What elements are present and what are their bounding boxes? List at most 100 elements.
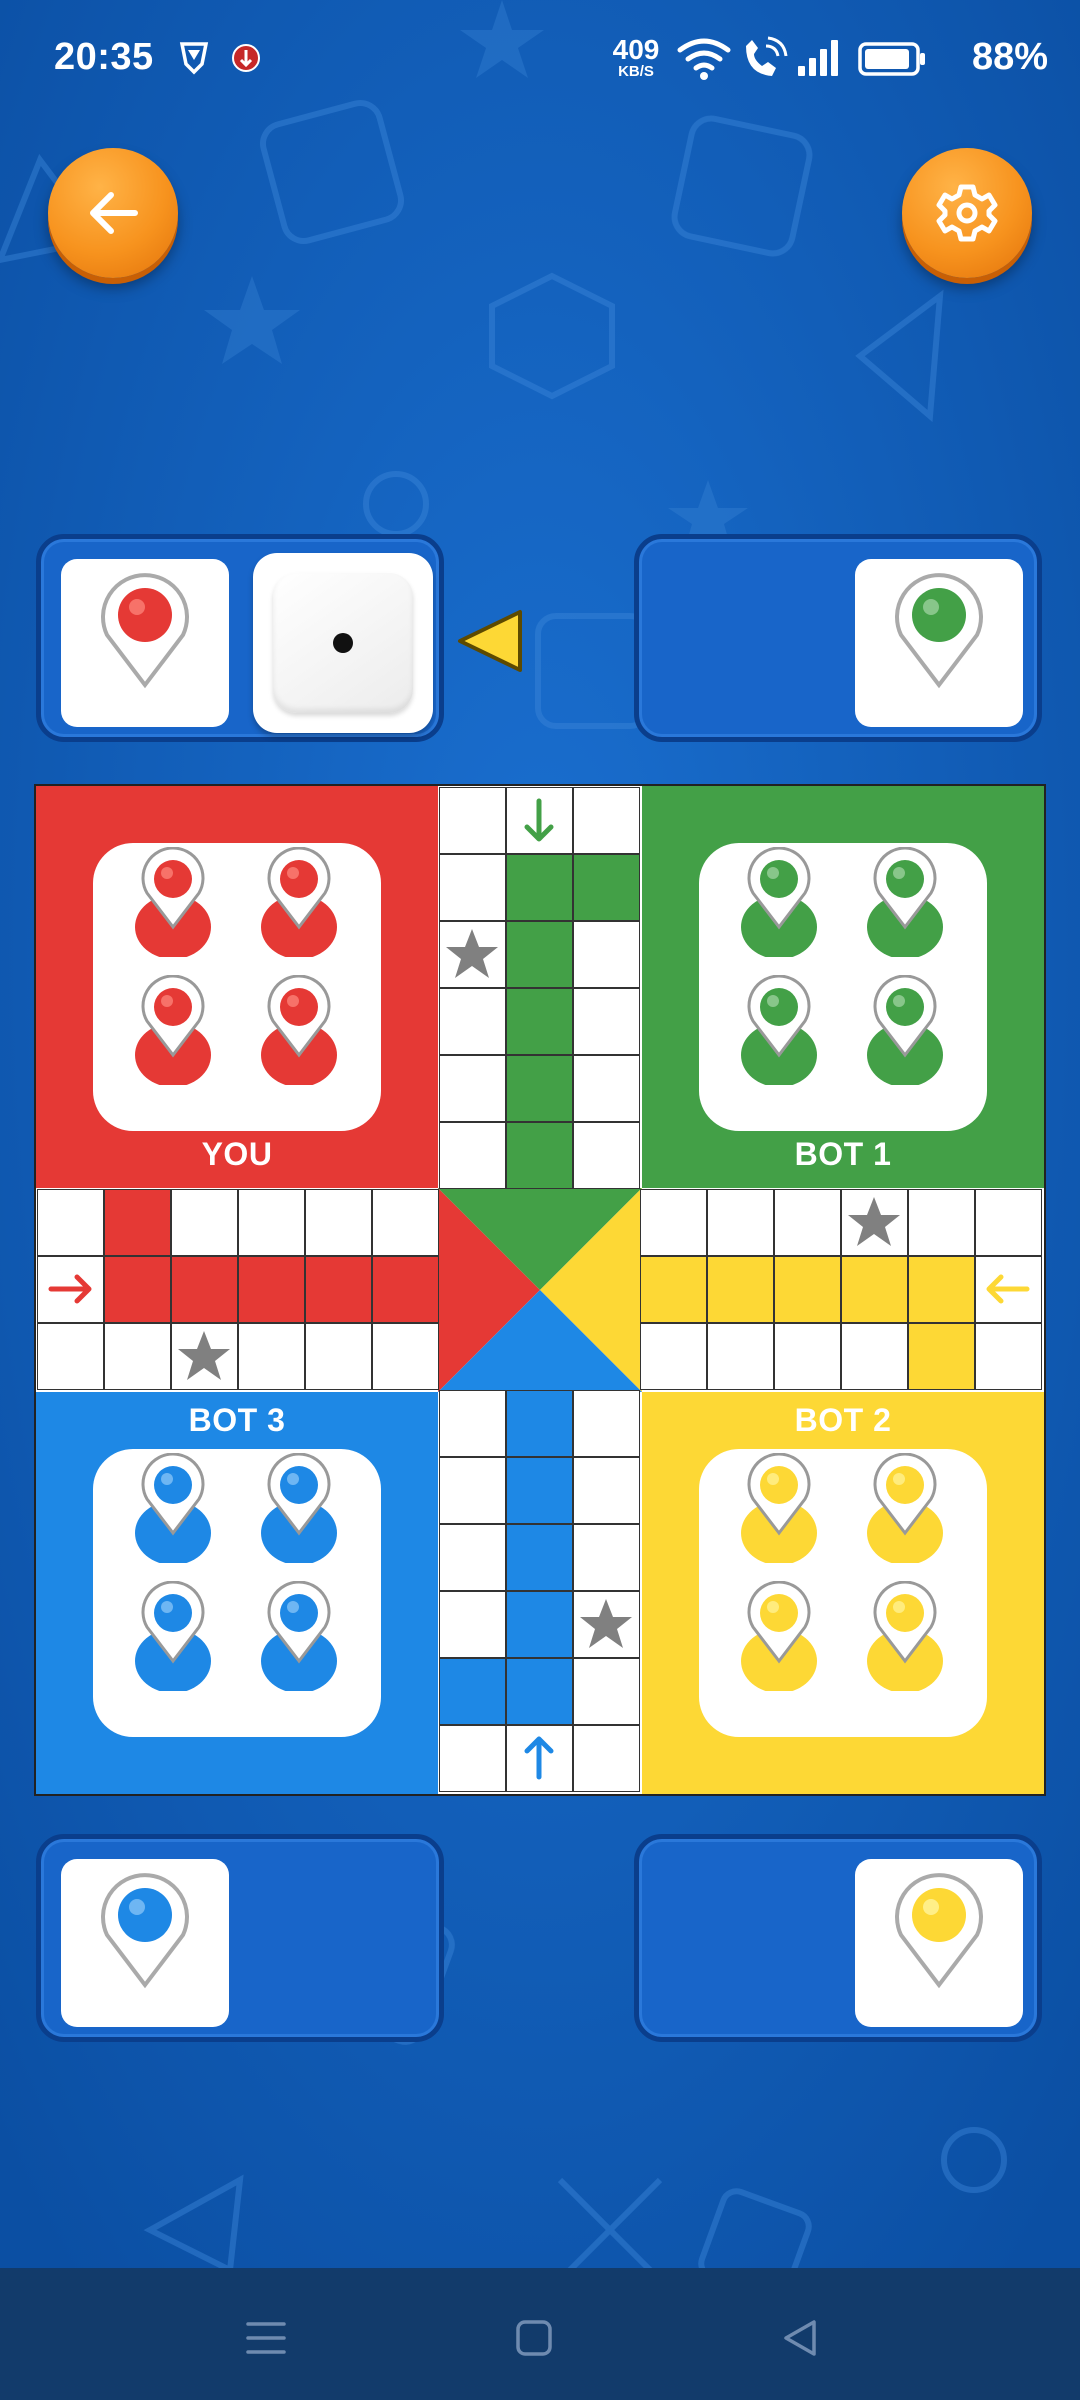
token-green[interactable] xyxy=(865,847,945,957)
token-red[interactable] xyxy=(133,847,213,957)
arrow-down-icon xyxy=(524,798,554,842)
yard-green-home xyxy=(699,843,987,1131)
token-red[interactable] xyxy=(259,975,339,1085)
token-red[interactable] xyxy=(133,975,213,1085)
arrow-right-icon xyxy=(48,1274,92,1304)
player-avatar-yellow xyxy=(855,1859,1023,2027)
board-cell xyxy=(573,1122,640,1189)
token-yellow[interactable] xyxy=(865,1581,945,1691)
yard-green: BOT 1 xyxy=(642,786,1044,1188)
center-home-triangle xyxy=(438,1188,642,1392)
player-panel-green xyxy=(634,534,1042,742)
board-cell xyxy=(305,1189,372,1256)
board-cell xyxy=(372,1323,439,1390)
board-cell xyxy=(908,1256,975,1323)
red-pin-icon xyxy=(101,573,189,689)
board-cell xyxy=(305,1323,372,1390)
token-blue[interactable] xyxy=(259,1453,339,1563)
board-cell xyxy=(439,787,506,854)
settings-button[interactable] xyxy=(902,148,1032,278)
menu-icon xyxy=(246,2322,286,2354)
ludo-board: YOU BOT 1 BOT 3 BOT 2 xyxy=(34,784,1046,1796)
board-cell xyxy=(171,1189,238,1256)
board-cell xyxy=(506,1658,573,1725)
token-red[interactable] xyxy=(259,847,339,957)
board-cell xyxy=(640,1256,707,1323)
token-green[interactable] xyxy=(739,975,819,1085)
board-cell xyxy=(573,988,640,1055)
token-green[interactable] xyxy=(739,847,819,957)
board-cell xyxy=(439,1390,506,1457)
safe-star-icon xyxy=(848,1197,900,1246)
board-cell xyxy=(908,1189,975,1256)
board-cell xyxy=(975,1189,1042,1256)
board-cell xyxy=(372,1256,439,1323)
board-cell xyxy=(841,1256,908,1323)
recent-apps-button[interactable] xyxy=(236,2308,296,2368)
board-cell xyxy=(640,1323,707,1390)
board-cell xyxy=(640,1189,707,1256)
yard-label-bot3: BOT 3 xyxy=(188,1402,286,1438)
board-cell xyxy=(37,1323,104,1390)
board-cell xyxy=(573,1390,640,1457)
token-blue[interactable] xyxy=(133,1453,213,1563)
battery-icon xyxy=(858,42,925,76)
battery-percent: 88% xyxy=(972,36,1049,78)
safe-star-icon xyxy=(446,929,498,978)
board-cell xyxy=(439,1725,506,1792)
token-blue[interactable] xyxy=(133,1581,213,1691)
board-cell xyxy=(506,921,573,988)
token-yellow[interactable] xyxy=(739,1453,819,1563)
board-cell xyxy=(238,1256,305,1323)
home-button[interactable] xyxy=(504,2308,564,2368)
board-cell xyxy=(238,1189,305,1256)
network-speed: 409 KB/S xyxy=(608,36,664,80)
token-blue[interactable] xyxy=(259,1581,339,1691)
board-cell xyxy=(506,1591,573,1658)
board-cell xyxy=(774,1256,841,1323)
gear-icon xyxy=(936,184,998,242)
green-pin-icon xyxy=(895,573,983,689)
yard-blue-home xyxy=(93,1449,381,1737)
board-cell xyxy=(439,1457,506,1524)
board-cell xyxy=(506,854,573,921)
player-avatar-green xyxy=(855,559,1023,727)
yard-label-bot2: BOT 2 xyxy=(794,1402,892,1438)
token-yellow[interactable] xyxy=(739,1581,819,1691)
arrow-left-icon xyxy=(90,192,138,234)
status-time: 20:35 xyxy=(54,36,154,78)
token-yellow[interactable] xyxy=(865,1453,945,1563)
back-triangle-icon xyxy=(784,2320,816,2356)
player-panel-blue xyxy=(36,1834,444,2042)
token-green[interactable] xyxy=(865,975,945,1085)
board-cell xyxy=(171,1256,238,1323)
board-cell xyxy=(573,787,640,854)
player-panel-red xyxy=(36,534,444,742)
player-avatar-red xyxy=(61,559,229,727)
home-icon xyxy=(516,2320,552,2356)
board-cell xyxy=(104,1323,171,1390)
speed-unit: KB/S xyxy=(618,63,654,80)
board-cell xyxy=(707,1323,774,1390)
navigation-bar xyxy=(0,2268,1080,2400)
board-cell xyxy=(707,1189,774,1256)
back-nav-button[interactable] xyxy=(770,2308,830,2368)
board-cell xyxy=(573,1055,640,1122)
board-cell xyxy=(506,1390,573,1457)
board-cell xyxy=(439,1524,506,1591)
board-cell xyxy=(439,1658,506,1725)
yard-red: YOU xyxy=(36,786,438,1188)
dice[interactable] xyxy=(253,553,433,733)
board-cell xyxy=(104,1256,171,1323)
board-cell xyxy=(506,1055,573,1122)
turn-indicator-arrow xyxy=(458,610,522,672)
board-cell xyxy=(439,1055,506,1122)
board-cell xyxy=(774,1323,841,1390)
yellow-pin-icon xyxy=(895,1873,983,1989)
board-cell xyxy=(305,1256,372,1323)
dice-face[interactable] xyxy=(273,573,413,713)
board-cell xyxy=(573,854,640,921)
signal-icon xyxy=(798,40,838,76)
board-cell xyxy=(573,1725,640,1792)
back-button[interactable] xyxy=(48,148,178,278)
